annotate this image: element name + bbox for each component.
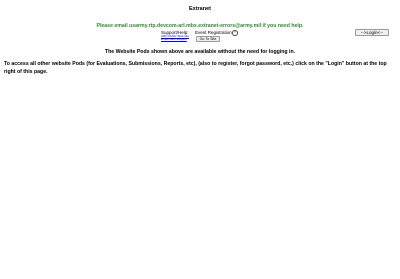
event-registration-label: Event Registration? [195, 30, 238, 36]
help-icon[interactable]: ? [232, 30, 238, 36]
page-title: Extranet [188, 6, 211, 12]
email-web-support-link[interactable]: Email Web Support [161, 37, 187, 41]
login-instructions: To access all other website Pods (for Ev… [4, 61, 387, 75]
support-help-section: Support/Help: ARO Public Web site Email … [161, 30, 241, 44]
login-button[interactable]: -->Login<-- [355, 29, 389, 36]
email-help-notice: Please email usarmy.rtp.devcom-arl.mbx.e… [96, 23, 304, 29]
pods-available-notice: The Website Pods shown above are availab… [104, 49, 296, 55]
extranet-page: Extranet Please email usarmy.rtp.devcom-… [0, 0, 400, 279]
event-registration-text: Event Registration [195, 30, 232, 35]
go-to-site-button[interactable]: Go To Site [196, 36, 220, 42]
